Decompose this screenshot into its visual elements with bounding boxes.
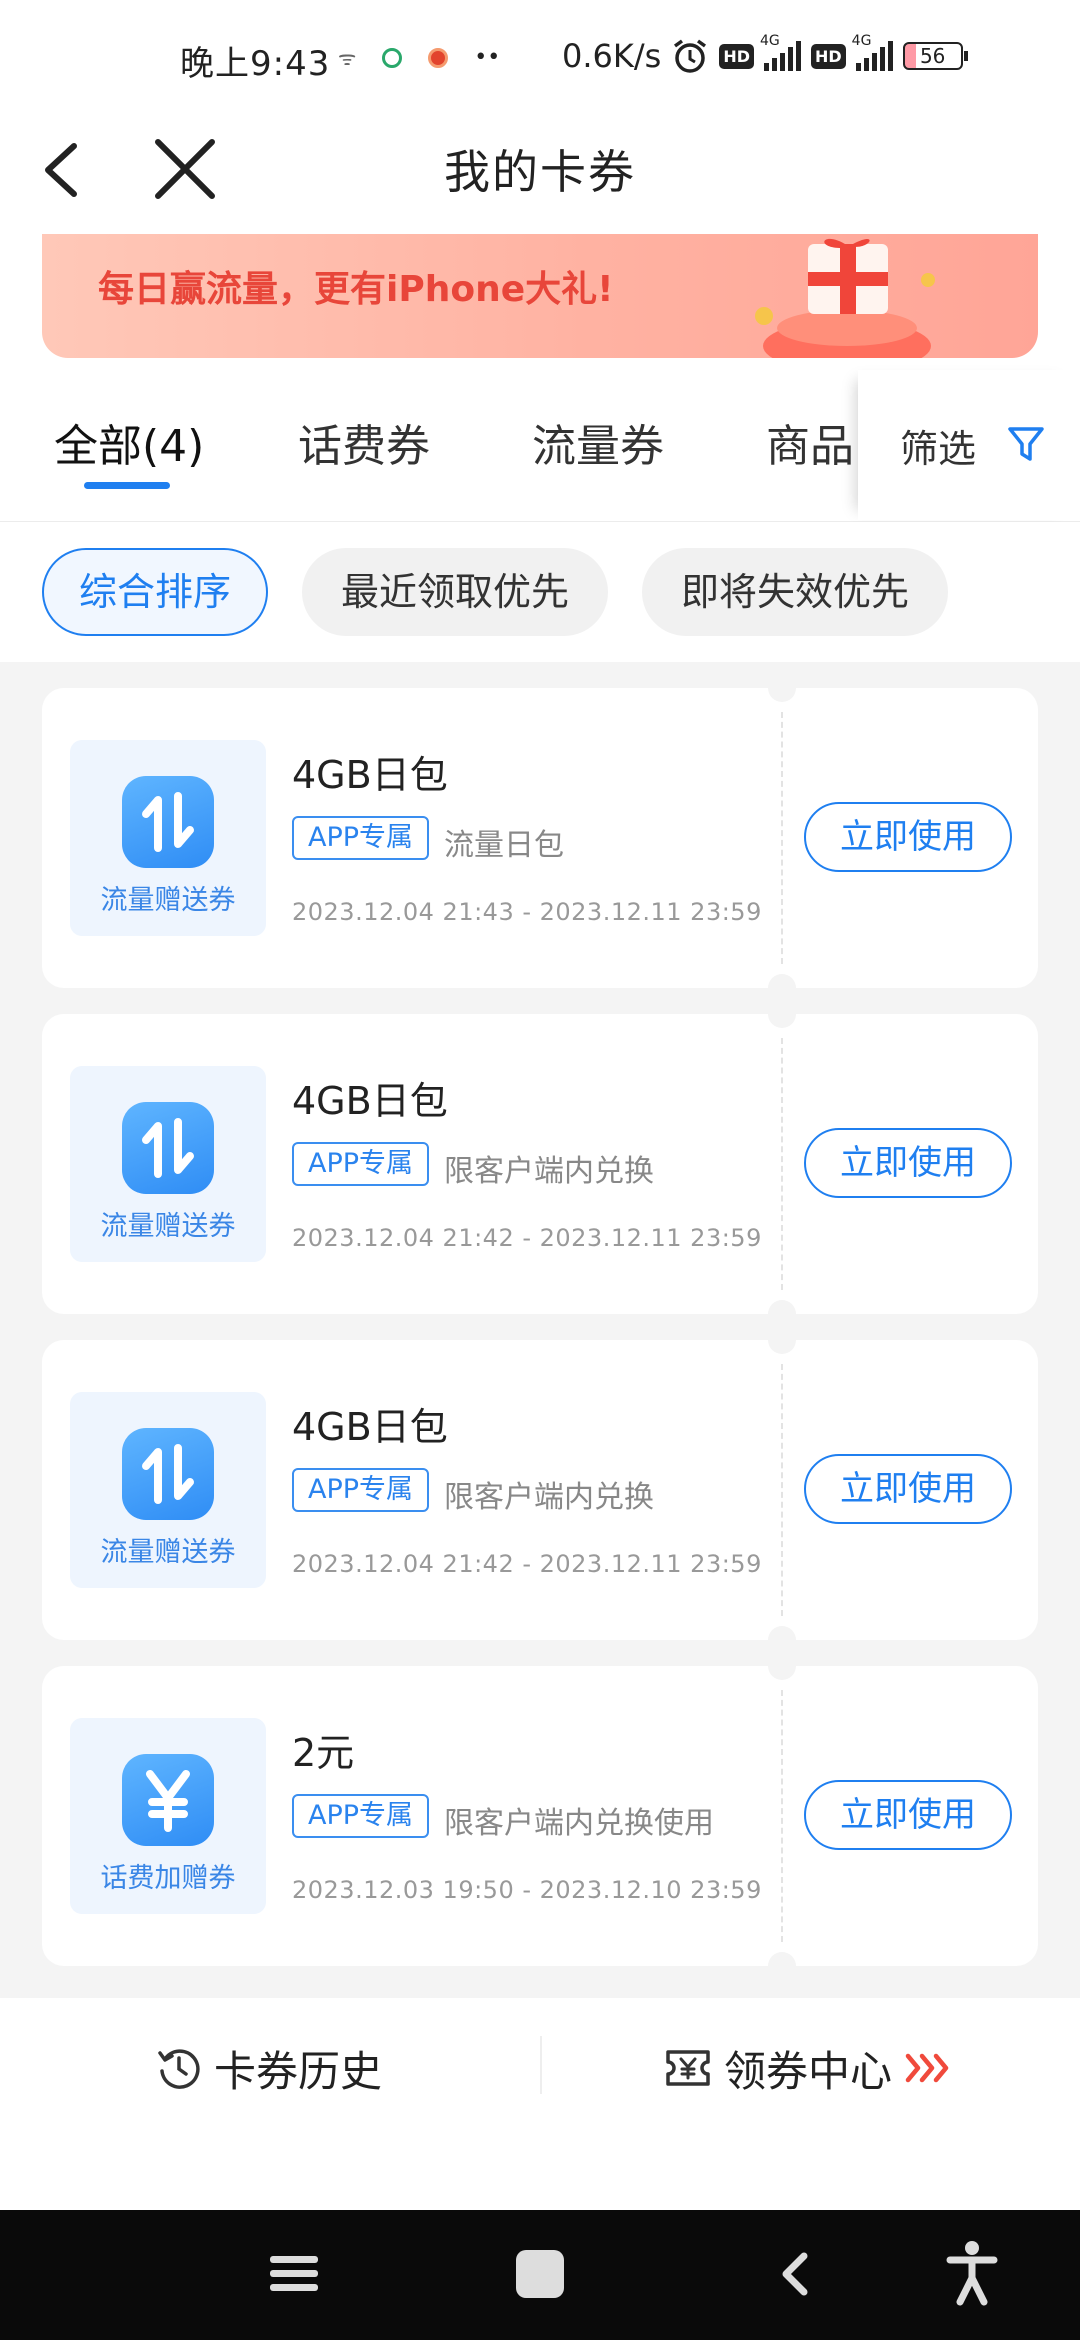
- status-time: 晚上9:43: [180, 44, 331, 84]
- category-tabs: 全部(4) 话费券 流量券 商品 筛选: [0, 370, 1080, 522]
- hd-badge: HD: [719, 43, 754, 69]
- coupon-validity: 2023.12.04 21:42 - 2023.12.11 23:59: [292, 1224, 762, 1252]
- app-exclusive-tag: APP专属: [292, 816, 430, 860]
- data-transfer-icon: [122, 776, 214, 868]
- coupon-validity: 2023.12.03 19:50 - 2023.12.10 23:59: [292, 1876, 762, 1904]
- gift-icon: [755, 238, 935, 358]
- status-bar: 晚上9:43 ᯤ •• 0.6K/s HD 4G HD 4G 56: [0, 0, 1080, 118]
- home-icon[interactable]: [512, 2246, 568, 2302]
- history-icon: [158, 2049, 200, 2089]
- signal-icon: 4G: [852, 33, 893, 71]
- battery-icon: 56: [902, 42, 968, 70]
- accessibility-icon[interactable]: [944, 2240, 1000, 2306]
- use-now-button[interactable]: 立即使用: [804, 1780, 1012, 1850]
- coupon-title: 4GB日包: [292, 1405, 448, 1449]
- yuan-icon: [122, 1754, 214, 1846]
- data-transfer-icon: [122, 1428, 214, 1520]
- coupon-center-button[interactable]: 领券中心: [664, 2038, 954, 2098]
- coupon-description: 限客户端内兑换使用: [444, 1806, 714, 1841]
- app-exclusive-tag: APP专属: [292, 1142, 430, 1186]
- banner-area: 每日赢流量，更有iPhone大礼!: [0, 230, 1080, 370]
- coupon-type-badge: 流量赠送券: [70, 1066, 266, 1262]
- coupon-description: 流量日包: [444, 828, 564, 863]
- sort-comprehensive[interactable]: 综合排序: [42, 548, 268, 636]
- notification-icon: ᯤ: [338, 46, 357, 70]
- data-transfer-icon: [122, 1102, 214, 1194]
- coupon-history-label: 卡券历史: [214, 2046, 383, 2096]
- app-notification-icon: [382, 47, 403, 68]
- bottom-action-bar: 卡券历史 领券中心: [0, 1998, 1080, 2210]
- sort-recent[interactable]: 最近领取优先: [302, 548, 608, 636]
- divider: [540, 2036, 542, 2094]
- coupon-type-badge: 流量赠送券: [70, 740, 266, 936]
- app-exclusive-tag: APP专属: [292, 1468, 430, 1512]
- coupon-card: 话费加赠券 2元 APP专属 限客户端内兑换使用 2023.12.03 19:5…: [42, 1652, 1038, 1980]
- coupon-type-label: 流量赠送券: [100, 885, 236, 916]
- tab-phone-credit[interactable]: 话费券: [298, 410, 430, 474]
- coupon-title: 4GB日包: [292, 753, 448, 797]
- tab-all[interactable]: 全部(4): [54, 410, 204, 474]
- active-tab-indicator: [84, 482, 170, 489]
- coupon-type-badge: 话费加赠券: [70, 1718, 266, 1914]
- use-now-button[interactable]: 立即使用: [804, 1128, 1012, 1198]
- sort-options: 综合排序 最近领取优先 即将失效优先: [0, 522, 1080, 662]
- hd-badge: HD: [811, 43, 846, 69]
- app-exclusive-tag: APP专属: [292, 1794, 430, 1838]
- filter-button[interactable]: 筛选: [858, 370, 1080, 520]
- coupon-type-label: 流量赠送券: [100, 1211, 236, 1242]
- coupon-card: 流量赠送券 4GB日包 APP专属 限客户端内兑换 2023.12.04 21:…: [42, 1000, 1038, 1328]
- coupon-description: 限客户端内兑换: [444, 1480, 654, 1515]
- promo-banner[interactable]: 每日赢流量，更有iPhone大礼!: [42, 234, 1038, 358]
- coupon-validity: 2023.12.04 21:42 - 2023.12.11 23:59: [292, 1550, 762, 1578]
- notification-icons: ᯤ ••: [338, 44, 500, 71]
- coupon-center-label: 领券中心: [724, 2046, 893, 2096]
- coupon-validity: 2023.12.04 21:43 - 2023.12.11 23:59: [292, 898, 762, 926]
- coupon-card: 流量赠送券 4GB日包 APP专属 限客户端内兑换 2023.12.04 21:…: [42, 1326, 1038, 1654]
- coupon-title: 4GB日包: [292, 1079, 448, 1123]
- more-icon: ••: [474, 45, 501, 70]
- coupon-type-badge: 流量赠送券: [70, 1392, 266, 1588]
- coupon-title: 2元: [292, 1731, 355, 1775]
- tab-goods[interactable]: 商品: [766, 410, 854, 474]
- signal-icon: 4G: [760, 33, 801, 71]
- coupon-card: 流量赠送券 4GB日包 APP专属 流量日包 2023.12.04 21:43 …: [42, 674, 1038, 1002]
- filter-label: 筛选: [900, 427, 977, 471]
- app-notification-icon: [428, 47, 449, 68]
- page-title: 我的卡券: [444, 145, 636, 199]
- system-navigation-bar: [0, 2210, 1080, 2340]
- back-icon[interactable]: [768, 2246, 824, 2302]
- coupon-type-label: 话费加赠券: [100, 1863, 236, 1894]
- coupon-history-button[interactable]: 卡券历史: [156, 2038, 382, 2098]
- tab-data[interactable]: 流量券: [532, 410, 664, 474]
- sort-expiring[interactable]: 即将失效优先: [642, 548, 948, 636]
- top-nav: 我的卡券: [0, 118, 1080, 230]
- network-speed: 0.6K/s: [562, 37, 662, 75]
- triple-chevron-right-icon: [905, 2053, 949, 2083]
- coupon-ticket-icon: [666, 2050, 710, 2086]
- menu-icon[interactable]: [266, 2246, 322, 2302]
- banner-text: 每日赢流量，更有iPhone大礼!: [98, 269, 614, 310]
- use-now-button[interactable]: 立即使用: [804, 802, 1012, 872]
- filter-icon: [1008, 427, 1044, 461]
- status-indicators: 0.6K/s HD 4G HD 4G 56: [562, 33, 968, 78]
- alarm-icon: [674, 39, 707, 73]
- coupon-type-label: 流量赠送券: [100, 1537, 236, 1568]
- coupon-description: 限客户端内兑换: [444, 1154, 654, 1189]
- use-now-button[interactable]: 立即使用: [804, 1454, 1012, 1524]
